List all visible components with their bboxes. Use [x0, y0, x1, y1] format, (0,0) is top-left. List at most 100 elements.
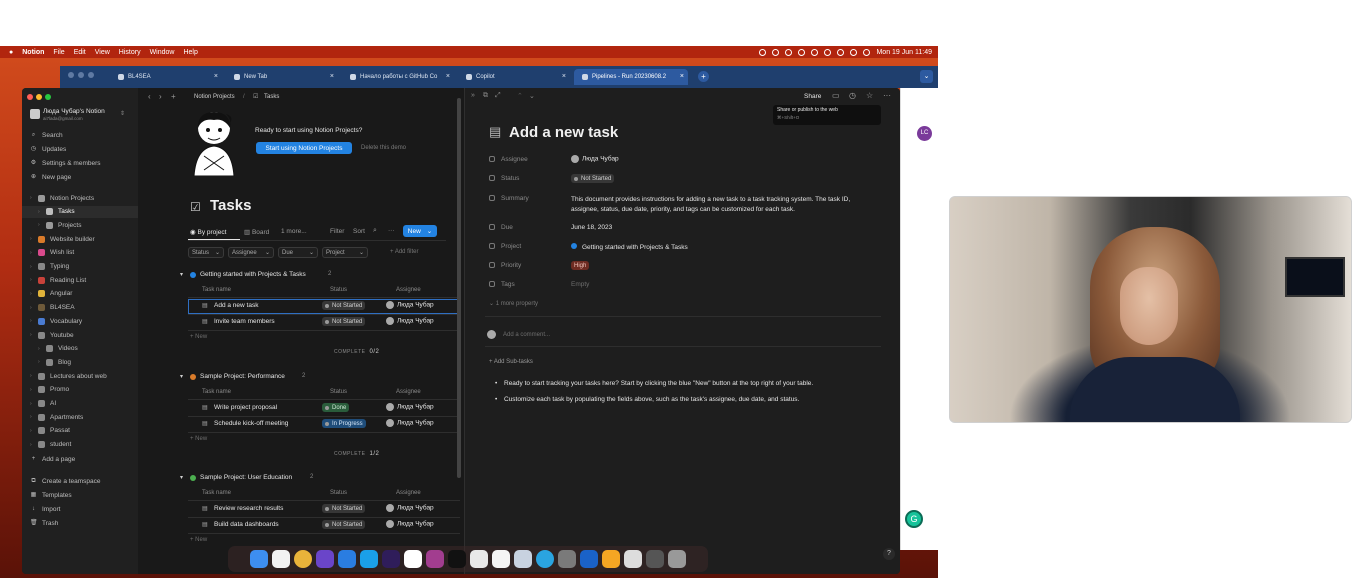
add-filter-button[interactable]: + Add filter [390, 249, 419, 255]
sidebar-page-item[interactable]: › Notion Projects [22, 192, 138, 204]
status-badge[interactable]: Not Started [322, 520, 366, 529]
chevron-up-icon[interactable]: ⌃ [517, 92, 523, 100]
start-using-projects-button[interactable]: Start using Notion Projects [256, 142, 352, 154]
terminal-icon[interactable] [448, 550, 466, 568]
column-header-name[interactable]: Task name [202, 490, 231, 496]
more-properties-toggle[interactable]: ⌄ 1 more property [489, 300, 538, 307]
group-title[interactable]: Sample Project: Performance [200, 373, 285, 380]
skype-icon[interactable] [360, 550, 378, 568]
column-header-assignee[interactable]: Assignee [396, 490, 421, 496]
browser-tab[interactable]: New Tab × [226, 69, 338, 85]
column-header-status[interactable]: Status [330, 389, 347, 395]
window-minimize-dot[interactable] [78, 72, 84, 78]
assignee[interactable]: Люда Чубар [386, 403, 434, 411]
more-options-icon[interactable]: ··· [388, 227, 395, 234]
property-label[interactable]: Project [489, 243, 521, 250]
bluetooth-icon[interactable] [824, 48, 832, 56]
workspace-switch-icon[interactable]: ⇕ [120, 110, 125, 117]
trash-icon[interactable] [668, 550, 686, 568]
browser-tab[interactable]: Начало работы с GitHub Co × [342, 69, 454, 85]
figma-icon[interactable] [426, 550, 444, 568]
star-icon[interactable]: ☆ [866, 91, 873, 100]
sidebar-page-item[interactable]: › Apartments [22, 411, 138, 423]
visual-studio-icon[interactable] [316, 550, 334, 568]
sidebar-page-item[interactable]: › student [22, 439, 138, 451]
tab-close-icon[interactable]: × [214, 73, 218, 80]
tray-icon[interactable] [811, 48, 819, 56]
due-date-value[interactable]: June 18, 2023 [571, 224, 612, 231]
chevron-right-icon[interactable]: › [38, 346, 43, 352]
telegram-icon[interactable] [536, 550, 554, 568]
status-badge[interactable]: Done [322, 403, 350, 412]
delete-demo-button[interactable]: Delete this demo [361, 145, 406, 151]
status-badge[interactable]: In Progress [322, 419, 366, 428]
task-name[interactable]: Add a new task [214, 302, 258, 309]
tags-empty[interactable]: Empty [571, 281, 589, 288]
column-header-assignee[interactable]: Assignee [396, 389, 421, 395]
sidebar-page-item[interactable]: › Angular [22, 288, 138, 300]
chevron-right-icon[interactable]: › [30, 277, 35, 283]
sidebar-new-page[interactable]: ⊕ New page [22, 171, 138, 183]
sidebar-import[interactable]: ↓ Import [22, 503, 138, 515]
menu-help[interactable]: Help [183, 49, 197, 56]
column-header-status[interactable]: Status [330, 490, 347, 496]
preview-icon[interactable] [514, 550, 532, 568]
sidebar-page-item[interactable]: › Promo [22, 384, 138, 396]
tray-icon[interactable] [798, 48, 806, 56]
workspace-avatar[interactable] [30, 109, 40, 119]
sidebar-templates[interactable]: ▦ Templates [22, 489, 138, 501]
chevron-right-icon[interactable]: › [30, 428, 35, 434]
task-name[interactable]: Review research results [214, 505, 283, 512]
slack-icon[interactable] [470, 550, 488, 568]
profile-avatar[interactable]: LC [917, 126, 932, 141]
tray-icon[interactable] [785, 48, 793, 56]
sidebar-page-item[interactable]: › BL4SEA [22, 302, 138, 314]
chevron-right-icon[interactable]: › [30, 318, 35, 324]
task-name[interactable]: Write project proposal [214, 404, 277, 411]
open-full-page-icon[interactable]: ⤢ [495, 92, 501, 100]
tab-close-icon[interactable]: × [680, 73, 684, 80]
help-button[interactable]: ? [883, 548, 895, 560]
apple-icon[interactable]: ● [9, 49, 13, 56]
sidebar-add-page[interactable]: + Add a page [22, 453, 138, 465]
document-icon[interactable] [624, 550, 642, 568]
property-label[interactable]: Priority [489, 262, 521, 269]
chevron-right-icon[interactable]: › [30, 442, 35, 448]
comment-input[interactable]: Add a comment... [503, 332, 550, 338]
sidebar-updates[interactable]: ◷ Updates [22, 143, 138, 155]
sidebar-trash[interactable]: 🗑 Trash [22, 517, 138, 529]
sidebar-search[interactable]: ⌕ Search [22, 129, 138, 141]
assignee[interactable]: Люда Чубар [386, 520, 434, 528]
tab-by-project[interactable]: ◉ By project [190, 228, 226, 236]
menu-app-name[interactable]: Notion [22, 49, 44, 56]
chevron-right-icon[interactable]: › [30, 264, 35, 270]
assignee-value[interactable]: Люда Чубар [571, 155, 619, 163]
scrollbar[interactable] [457, 98, 461, 478]
assignee[interactable]: Люда Чубар [386, 419, 434, 427]
menu-clock[interactable]: Mon 19 Jun 11:49 [876, 49, 932, 56]
window-zoom-dot[interactable] [88, 72, 94, 78]
sidebar-page-item[interactable]: › Videos [22, 343, 138, 355]
tab-list-chevron-icon[interactable]: ⌄ [920, 70, 933, 83]
page-title[interactable]: Tasks [210, 197, 251, 214]
window-zoom-dot[interactable] [45, 94, 51, 100]
sidebar-page-item[interactable]: › Typing [22, 261, 138, 273]
property-label[interactable]: Status [489, 175, 519, 182]
add-row-button[interactable]: + New [190, 436, 207, 442]
side-peek-icon[interactable]: ⧉ [483, 92, 488, 100]
window-close-dot[interactable] [27, 94, 33, 100]
filter-chip[interactable]: Status ⌄ [188, 247, 224, 258]
chevron-right-icon[interactable]: › [30, 414, 35, 420]
status-badge[interactable]: Not Started [571, 174, 615, 183]
tray-icon[interactable] [772, 48, 780, 56]
status-badge[interactable]: Not Started [322, 317, 366, 326]
priority-badge[interactable]: High [571, 261, 590, 270]
property-label[interactable]: Summary [489, 195, 529, 202]
property-label[interactable]: Due [489, 224, 513, 231]
workspace-name[interactable]: Люда Чубар's Notion [43, 108, 105, 115]
new-task-button[interactable]: New ⌄ [403, 225, 437, 237]
task-title[interactable]: Add a new task [509, 124, 618, 141]
column-header-name[interactable]: Task name [202, 287, 231, 293]
status-badge[interactable]: Not Started [322, 504, 366, 513]
chevron-right-icon[interactable]: › [30, 195, 35, 201]
